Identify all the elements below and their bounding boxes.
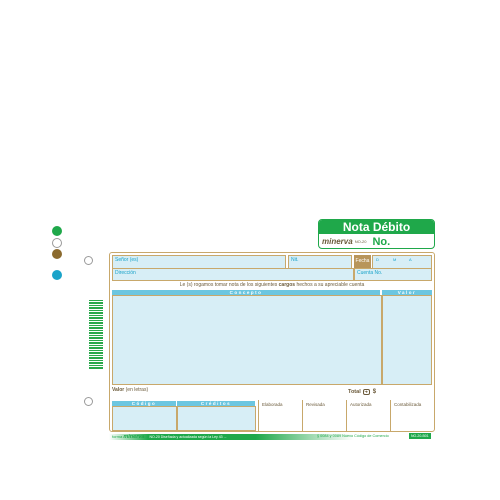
valor-letras-hint: (en letras) — [124, 387, 149, 393]
sign-autorizada-label: Autorizada — [350, 402, 372, 407]
brown-marker-dot — [52, 249, 62, 259]
sign-revisada-label: Revisada — [306, 402, 325, 407]
valor-letras-label: Valor (en letras) — [112, 387, 148, 393]
sign-revisada[interactable]: Revisada — [302, 400, 346, 431]
footer-brand-name: minerva — [123, 434, 145, 440]
arrow-right-icon: ➔ — [362, 389, 370, 395]
brand-code: NO-20 — [354, 239, 367, 244]
footer-code: NO-20-B01 — [409, 433, 431, 439]
sign-contabilizada-label: Contabilizada — [394, 402, 422, 407]
title-box: Nota Débito minerva NO-20 No. — [318, 219, 435, 249]
valor-area[interactable] — [382, 295, 432, 385]
footer-note: NO-20 Diseñada y actualizada según la Le… — [149, 435, 227, 439]
binder-hole-top — [84, 256, 93, 265]
currency-symbol: $ — [372, 389, 377, 395]
codigo-area[interactable] — [112, 406, 177, 431]
creditos-area[interactable] — [177, 406, 256, 431]
year-label: A — [409, 257, 412, 262]
instruction-note-bold: cargos — [278, 282, 296, 288]
green-marker-dot — [52, 226, 62, 236]
direccion-field[interactable]: Dirección — [112, 268, 354, 281]
number-label: No. — [372, 235, 391, 248]
sign-autorizada[interactable]: Autorizada — [346, 400, 390, 431]
instruction-note-start: Le (s) rogamos tomar nota de los siguien… — [179, 282, 279, 288]
binder-hole-bottom — [84, 397, 93, 406]
valor-letras-title: Valor — [112, 387, 125, 393]
total-label: Total — [348, 389, 361, 395]
sign-contabilizada[interactable]: Contabilizada — [390, 400, 434, 431]
date-field[interactable]: D M A — [372, 255, 432, 269]
white-marker-dot — [52, 238, 62, 248]
concepto-area[interactable] — [112, 295, 382, 385]
footer-prefix: forma — [112, 434, 123, 439]
debit-note-form: Señor (es) Nit. Fecha D M A Dirección Cu… — [109, 252, 435, 432]
nit-field[interactable]: Nit. — [288, 255, 352, 269]
document-title: Nota Débito — [319, 220, 434, 234]
title-number-row: minerva NO-20 No. — [319, 234, 434, 248]
total-row: Total ➔ $ — [348, 389, 376, 395]
direccion-label: Dirección — [115, 270, 136, 276]
instruction-note: Le (s) rogamos tomar nota de los siguien… — [110, 282, 434, 289]
fecha-tag: Fecha — [354, 255, 371, 269]
senor-label: Señor (es) — [115, 257, 139, 263]
form-footer: forma minerva NO-20 Diseñada y actualiza… — [109, 433, 435, 441]
cuenta-label: Cuenta No. — [357, 270, 383, 276]
footer-brand: forma minerva — [112, 434, 144, 440]
sign-elaborada-label: Elaborada — [262, 402, 283, 407]
senor-field[interactable]: Señor (es) — [112, 255, 286, 269]
footer-legal: § 0084 y 0089 Nuevo Código de Comercio — [317, 434, 389, 438]
nit-label: Nit. — [291, 257, 299, 263]
day-label: D — [376, 257, 379, 262]
barcode-icon — [89, 300, 103, 370]
sign-elaborada[interactable]: Elaborada — [258, 400, 302, 431]
instruction-note-end: hechos a su apreciable cuenta — [295, 282, 365, 288]
brand-logo: minerva — [322, 237, 353, 246]
month-label: M — [393, 257, 397, 262]
cuenta-field[interactable]: Cuenta No. — [354, 268, 432, 281]
cyan-marker-dot — [52, 270, 62, 280]
